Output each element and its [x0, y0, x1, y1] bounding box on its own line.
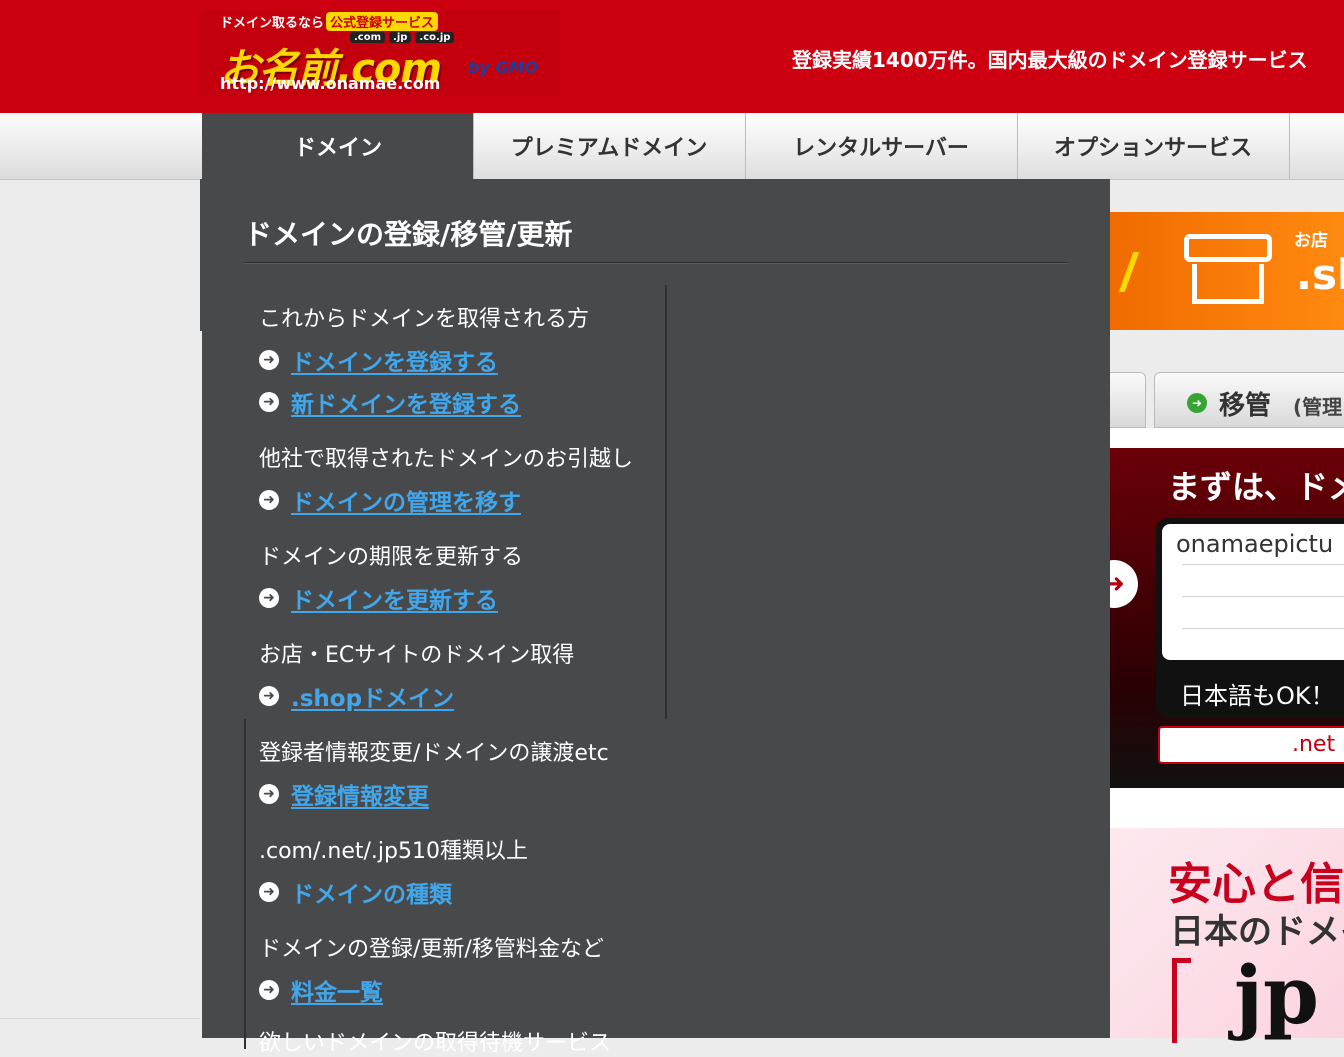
link-register-new-domain[interactable]: ➜ 新ドメインを登録する [259, 385, 521, 419]
divider [0, 1018, 200, 1019]
tab-option-service[interactable]: オプションサービス [1017, 113, 1288, 179]
logo-badge: 公式登録サービス [326, 12, 439, 31]
header-catchphrase: 登録実績1400万件。国内最大級のドメイン登録サービス [792, 48, 1308, 72]
tab-transfer-label: 移管 [1219, 391, 1272, 421]
promo-line2: 日本のドメイ [1170, 912, 1344, 952]
column-divider [665, 285, 667, 719]
section-heading-renew: ドメインの期限を更新する [259, 545, 524, 570]
search-prompt: まずは、ドメ [1168, 468, 1344, 506]
arrow-right-circle-icon: ➜ [259, 490, 279, 510]
arrow-right-circle-icon: ➜ [259, 350, 279, 370]
shop-banner-label: お店 [1294, 231, 1328, 251]
divider [244, 262, 1068, 264]
arrow-right-circle-icon: ➜ [259, 784, 279, 804]
tab-rental-server[interactable]: レンタルサーバー [745, 113, 1016, 179]
arrow-right-circle-icon: ➜ [259, 686, 279, 706]
site-logo[interactable]: ドメイン取るなら 公式登録サービス .com .jp .co.jp お名前.com b… [200, 10, 560, 96]
section-heading-shop: お店・ECサイトのドメイン取得 [259, 643, 575, 668]
promo-banner[interactable]: 安心と信 日本のドメイ jp [1108, 828, 1344, 1043]
link-transfer-domain[interactable]: ➜ ドメインの管理を移す [259, 483, 521, 517]
section-heading-backorder: 欲しいドメインの取得待機サービス [259, 1031, 612, 1056]
tab-more[interactable] [1289, 113, 1344, 179]
arrow-right-circle-icon: ➜ [259, 588, 279, 608]
section-heading-transfer: 他社で取得されたドメインのお引越し [259, 447, 634, 472]
site-header: ドメイン取るなら 公式登録サービス .com .jp .co.jp お名前.com b… [0, 0, 1344, 113]
section-heading-registrant: 登録者情報変更/ドメインの譲渡etc [259, 741, 609, 766]
promo-bracket [1172, 958, 1191, 1043]
column-divider [244, 719, 246, 1049]
domain-search-panel: まずは、ドメ onamaepictu 日本語もOK！ ➜ .net [1090, 448, 1344, 788]
shop-banner[interactable]: お店 .sh [1104, 212, 1344, 330]
section-heading-types: .com/.net/.jp510種類以上 [259, 839, 528, 864]
shop-banner-domain: .sh [1296, 250, 1344, 299]
tld-checkbox-net[interactable]: .net [1158, 726, 1344, 764]
promo-line3: jp [1234, 948, 1319, 1042]
tab-domain[interactable]: ドメイン [202, 113, 473, 179]
search-input[interactable]: onamaepictu [1162, 524, 1344, 660]
shop-icon [1184, 226, 1272, 304]
link-registrant-info[interactable]: ➜ 登録情報変更 [259, 777, 429, 811]
tab-transfer-sub: (管理 [1293, 395, 1343, 419]
arrow-right-icon: ➜ [1187, 393, 1207, 413]
divider [1108, 428, 1344, 448]
search-input-value: onamaepictu [1176, 530, 1334, 558]
tab-premium-domain[interactable]: プレミアムドメイン [473, 113, 744, 179]
link-price-list[interactable]: ➜ 料金一覧 [259, 973, 383, 1007]
promo-line1: 安心と信 [1168, 859, 1344, 910]
tab-register-partial[interactable] [1108, 372, 1146, 428]
link-shop-domain[interactable]: ➜ .shopドメイン [259, 679, 454, 713]
tab-transfer[interactable]: ➜ 移管 (管理 [1154, 372, 1344, 428]
logo-gmo: by GMO [468, 58, 539, 77]
divider [1108, 788, 1344, 828]
section-heading-pricing: ドメインの登録/更新/移管料金など [259, 937, 604, 962]
link-register-domain[interactable]: ➜ ドメインを登録する [259, 343, 498, 377]
logo-url: http://www.onamae.com [220, 74, 441, 93]
section-heading-new: これからドメインを取得される方 [259, 307, 590, 332]
dropdown-title: ドメインの登録/移管/更新 [244, 218, 573, 251]
arrow-right-circle-icon: ➜ [259, 882, 279, 902]
logo-tagline: ドメイン取るなら 公式登録サービス [220, 12, 439, 31]
search-note: 日本語もOK！ [1180, 682, 1335, 710]
link-domain-types[interactable]: ➜ ドメインの種類 [259, 875, 452, 909]
arrow-right-circle-icon: ➜ [259, 980, 279, 1000]
link-renew-domain[interactable]: ➜ ドメインを更新する [259, 581, 498, 615]
search-box: onamaepictu 日本語もOK！ [1156, 518, 1344, 718]
domain-dropdown-menu: ドメインの登録/移管/更新 これからドメインを取得される方 ➜ ドメインを登録する… [202, 179, 1110, 1056]
arrow-right-circle-icon: ➜ [259, 392, 279, 412]
